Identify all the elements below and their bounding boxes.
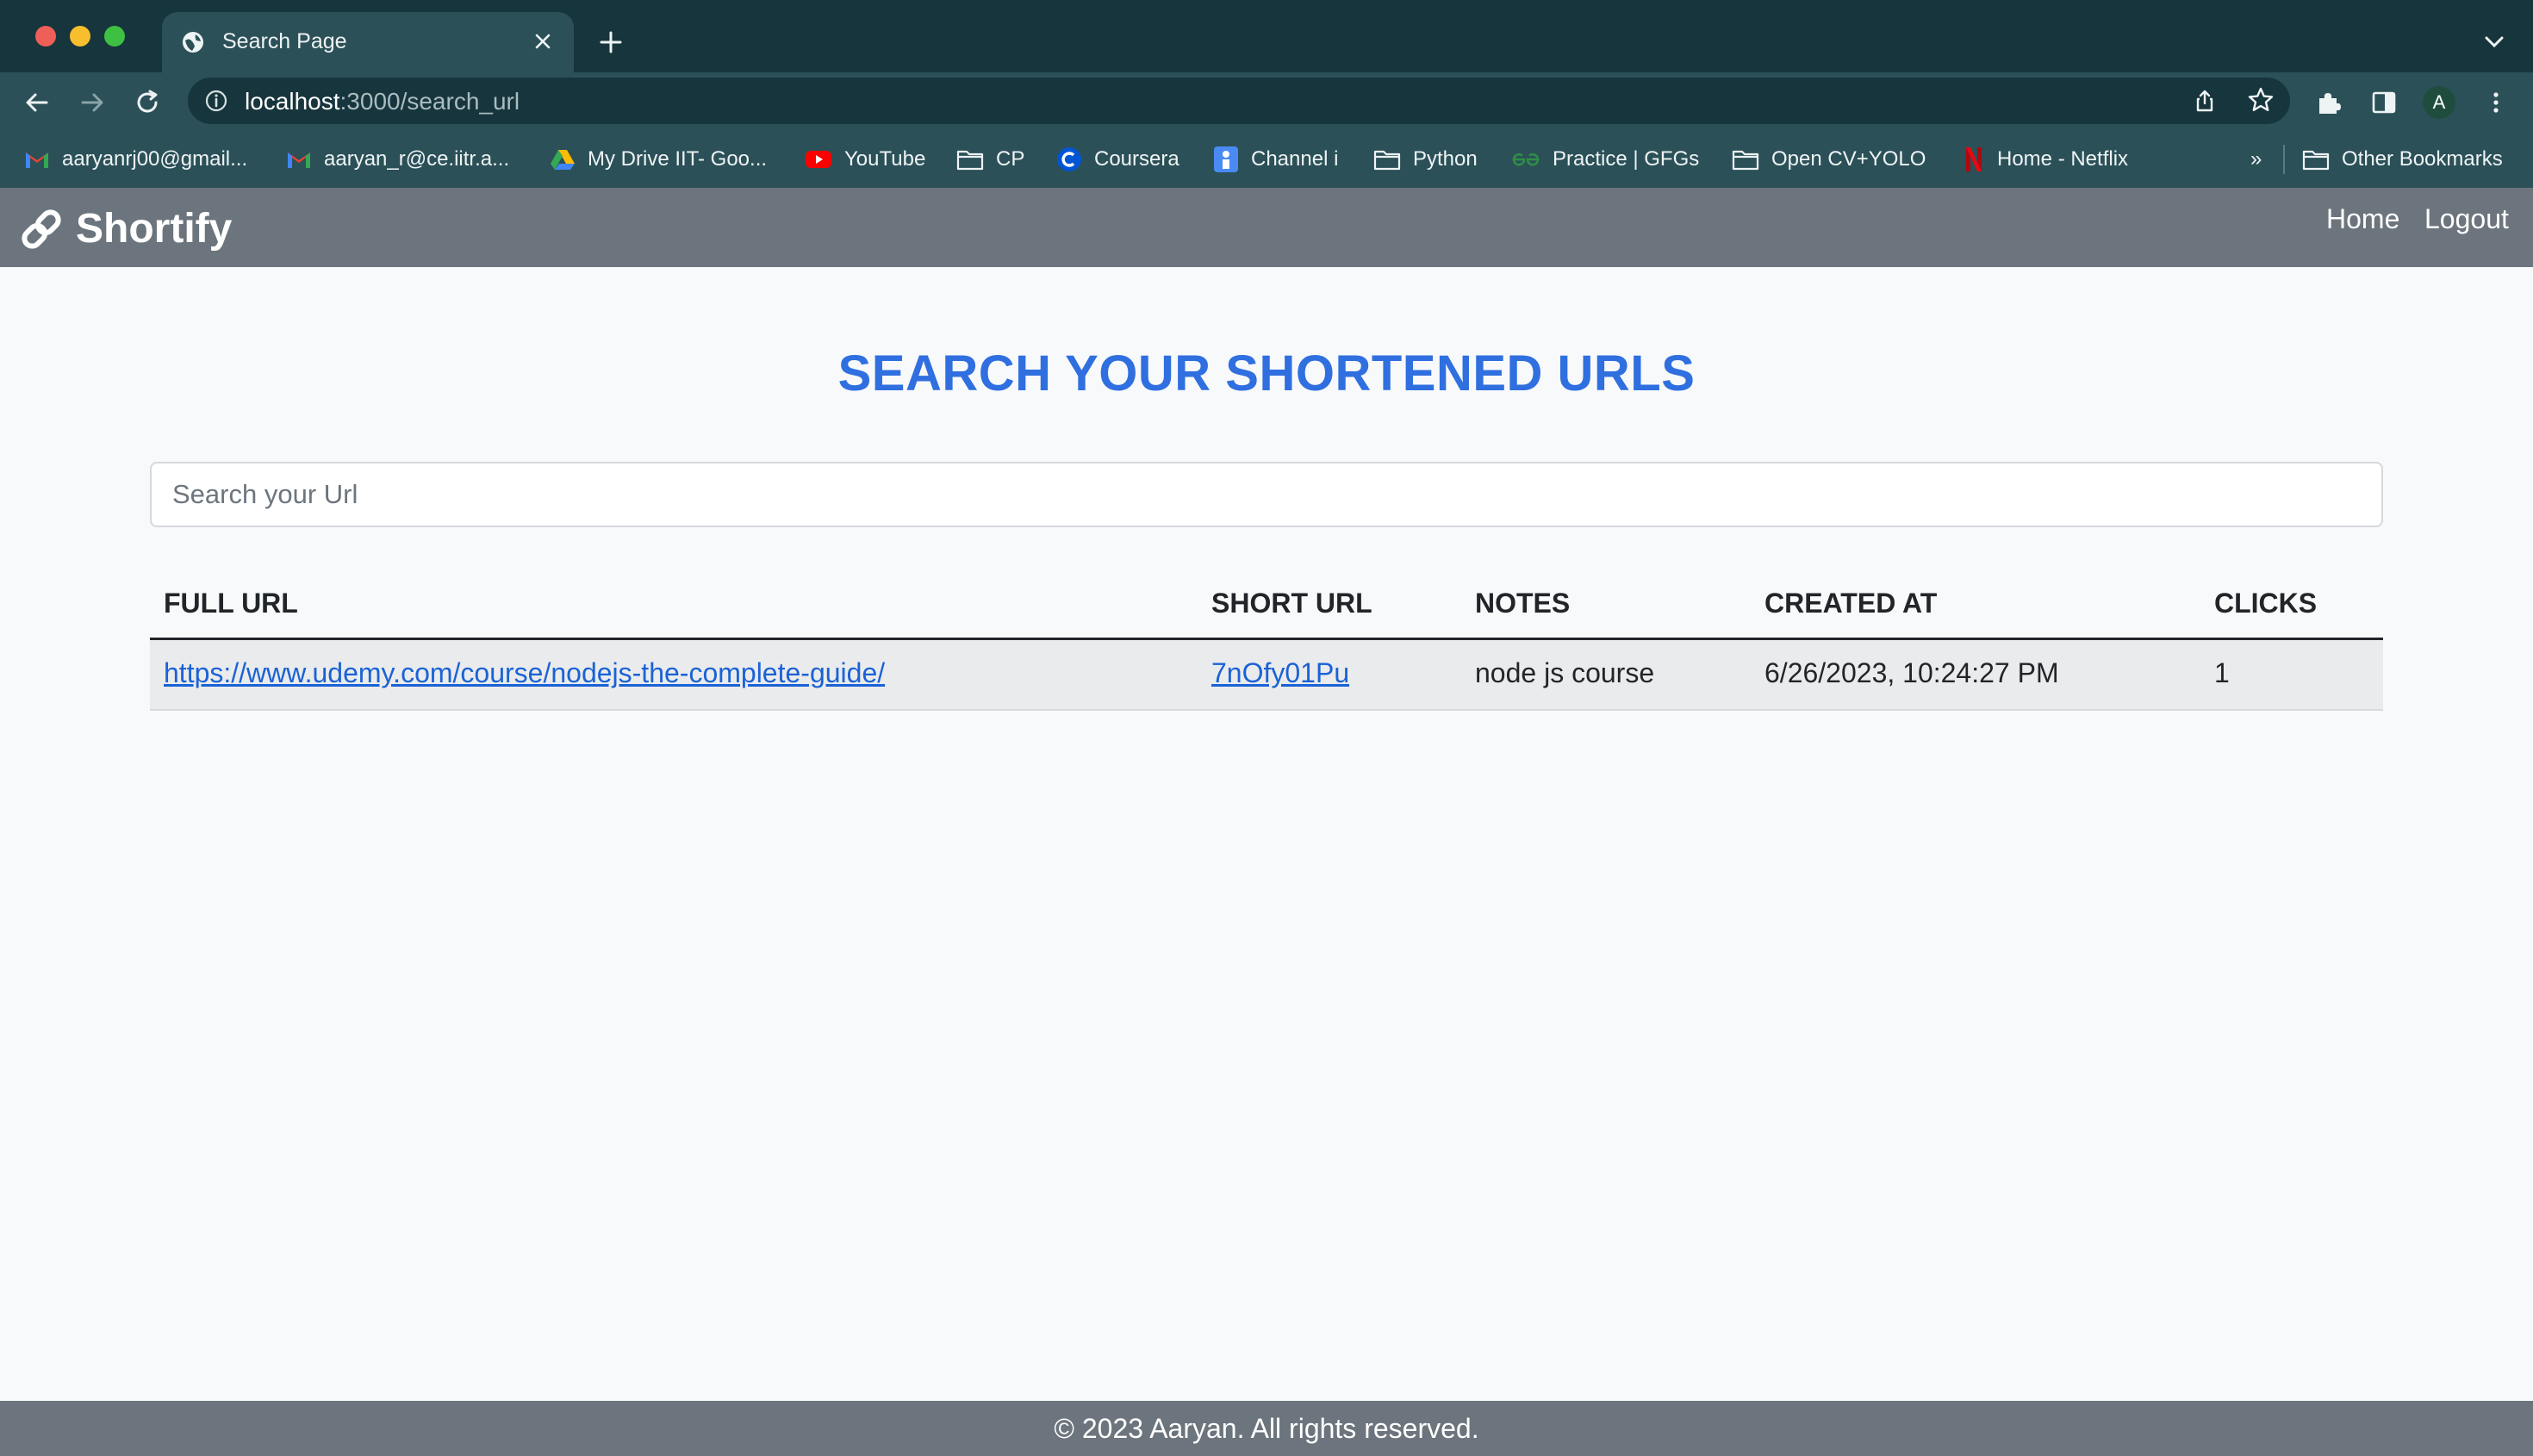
browser-tab-bar: Search Page [0,0,2533,72]
globe-icon [183,32,203,53]
bookmark-label: Coursera [1094,147,1179,171]
gfg-icon [1512,152,1540,166]
cell-clicks: 1 [2214,657,2230,688]
bookmark-item[interactable]: Practice | GFGs [1511,145,1699,174]
profile-avatar[interactable]: A [2423,86,2455,119]
bookmark-item[interactable]: CP [956,145,1024,174]
bookmark-item[interactable]: Open CV+YOLO [1732,145,1926,174]
bookmark-label: Channel i [1251,147,1339,171]
link-chain-icon [22,208,61,249]
cell-short-url: 7nOfy01Pu [1211,657,1349,689]
bookmarks-divider [2283,145,2285,174]
folder-icon [956,150,984,171]
browser-tab-active[interactable]: Search Page [162,12,574,72]
chevron-down-icon[interactable] [2481,31,2507,52]
header-notes: NOTES [1475,588,1571,619]
gmail-icon [288,152,310,168]
bookmark-item[interactable]: Home - Netflix [1963,145,2128,174]
bookmark-label: Home - Netflix [1997,147,2129,171]
header-short-url: SHORT URL [1211,588,1372,619]
page-title: SEARCH YOUR SHORTENED URLS [837,345,1696,401]
bookmark-star-icon[interactable] [2247,86,2275,114]
google-drive-icon [551,150,575,170]
bookmark-label: Practice | GFGs [1553,147,1700,171]
bookmark-item[interactable]: Coursera [1056,145,1179,174]
back-arrow-icon[interactable] [22,88,52,117]
folder-icon [1732,150,1759,171]
other-bookmarks-button[interactable]: Other Bookmarks [2302,145,2503,174]
header-full-url: FULL URL [164,588,298,619]
url-host: localhost [245,88,340,115]
footer-copyright: © 2023 Aaryan. All rights reserved. [1054,1413,1479,1444]
address-url: localhost:3000/search_url [245,88,520,115]
youtube-icon [806,151,831,168]
share-icon[interactable] [2192,88,2218,114]
nav-home-link[interactable]: Home [2326,203,2399,235]
minimize-window-button[interactable] [70,26,90,47]
table-row: https://www.udemy.com/course/nodejs-the-… [150,640,2383,711]
cell-created-at: 6/26/2023, 10:24:27 PM [1764,657,2059,688]
header-clicks: CLICKS [2214,588,2318,619]
nav-logout-link[interactable]: Logout [2424,203,2509,235]
gmail-icon [26,152,48,168]
full-url-link[interactable]: https://www.udemy.com/course/nodejs-the-… [164,657,885,688]
other-bookmarks-label: Other Bookmarks [2342,147,2503,171]
kebab-menu-icon[interactable] [2481,88,2511,117]
extensions-puzzle-icon[interactable] [2314,88,2343,117]
new-tab-plus-icon[interactable] [596,28,625,57]
url-path: :3000/search_url [339,88,520,115]
address-bar[interactable]: localhost:3000/search_url [188,78,2290,124]
bookmark-label: Python [1413,147,1478,171]
cell-notes: node js course [1475,657,1655,688]
cell-full-url: https://www.udemy.com/course/nodejs-the-… [164,657,885,689]
bookmark-label: CP [996,147,1025,171]
netflix-icon [1966,147,1982,171]
bookmark-label: Open CV+YOLO [1771,147,1926,171]
bookmark-item[interactable]: Python [1373,145,1478,174]
site-info-icon[interactable] [203,88,229,114]
close-tab-icon[interactable] [531,29,555,53]
bookmarks-bar: aaryanrj00@gmail... aaryan_r@ce.iitr.a..… [0,131,2533,188]
forward-arrow-icon[interactable] [78,88,107,117]
header-created-at: CREATED AT [1764,588,1938,619]
bookmark-label: My Drive IIT- Goo... [588,147,768,171]
tab-title: Search Page [222,29,347,53]
close-window-button[interactable] [35,26,56,47]
bookmark-item[interactable]: Channel i [1213,145,1338,174]
table-header: FULL URL SHORT URL NOTES CREATED AT CLIC… [150,574,2383,640]
folder-icon [1373,150,1401,171]
brand-link[interactable]: Shortify [19,205,232,252]
page-footer: © 2023 Aaryan. All rights reserved. [0,1401,2533,1456]
channel-icon [1214,146,1238,172]
coursera-icon [1057,147,1081,171]
bookmark-label: aaryan_r@ce.iitr.a... [324,147,510,171]
folder-icon [2302,150,2330,171]
bookmark-item[interactable]: My Drive IIT- Goo... [550,145,767,174]
bookmarks-overflow-label: » [2250,147,2262,171]
browser-toolbar: localhost:3000/search_url A [0,72,2533,131]
bookmark-item[interactable]: aaryan_r@ce.iitr.a... [286,145,509,174]
short-url-link[interactable]: 7nOfy01Pu [1211,657,1349,688]
bookmark-item[interactable]: YouTube [805,145,925,174]
bookmark-label: aaryanrj00@gmail... [62,147,248,171]
side-panel-icon[interactable] [2369,88,2399,117]
bookmark-label: YouTube [844,147,926,171]
search-url-input[interactable] [150,462,2383,527]
bookmark-item[interactable]: aaryanrj00@gmail... [24,145,247,174]
brand-name: Shortify [76,206,233,252]
reload-icon[interactable] [133,88,162,117]
maximize-window-button[interactable] [104,26,125,47]
app-navbar: Shortify Home Logout [0,188,2533,267]
bookmarks-overflow-button[interactable]: » [2250,145,2262,174]
